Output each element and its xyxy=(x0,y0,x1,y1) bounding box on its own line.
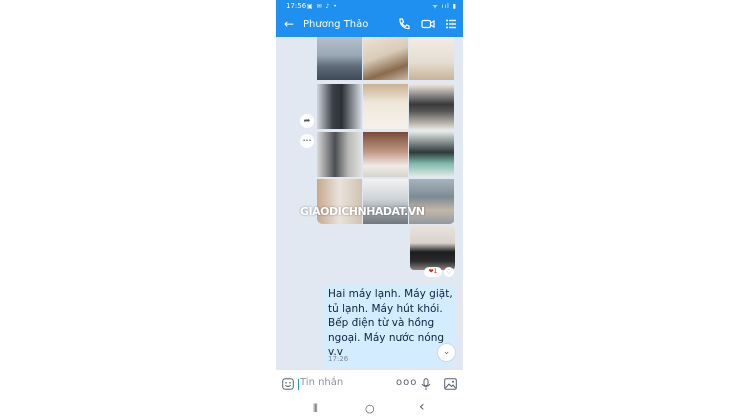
message-text: Hai máy lạnh. Máy giặt, tủ lạnh. Máy hút… xyxy=(328,288,453,359)
list-icon[interactable] xyxy=(444,17,458,31)
status-bar: 17:56 ▣ ✉ ♪ • ᯤ ııl ▮ xyxy=(276,0,463,13)
watermark-text: GIAODICHNHADAT.VN xyxy=(300,205,425,218)
photo-thumbnail[interactable] xyxy=(409,37,454,80)
nav-back-button[interactable]: ‹ xyxy=(419,399,425,415)
back-arrow-icon[interactable]: ← xyxy=(284,16,294,32)
photo-thumbnail[interactable] xyxy=(409,84,454,129)
photo-grid[interactable] xyxy=(317,37,455,224)
phone-screen: 17:56 ▣ ✉ ♪ • ᯤ ııl ▮ ← Phương Thảo ➦ ••… xyxy=(276,0,463,420)
photo-thumbnail[interactable] xyxy=(317,84,362,129)
status-time: 17:56 xyxy=(286,2,307,10)
video-icon[interactable] xyxy=(421,17,435,31)
message-bubble[interactable]: Hai máy lạnh. Máy giặt, tủ lạnh. Máy hút… xyxy=(323,285,455,367)
photo-thumbnail[interactable] xyxy=(317,37,362,80)
chat-area[interactable]: ➦ ••• GIAODICHNHADAT.VN ❤1 ♡ Hai máy lạn… xyxy=(276,37,463,369)
heart-icon[interactable]: ♡ xyxy=(444,267,454,277)
share-icon[interactable]: ➦ xyxy=(300,114,314,128)
photo-thumbnail[interactable] xyxy=(363,132,408,177)
chat-header: ← Phương Thảo xyxy=(276,13,463,37)
image-icon[interactable] xyxy=(444,378,457,390)
message-time: 17:26 xyxy=(328,355,349,363)
notification-icons: ▣ ✉ ♪ • xyxy=(307,3,338,10)
text-cursor xyxy=(298,379,299,390)
microphone-icon[interactable] xyxy=(420,378,432,391)
photo-thumbnail[interactable] xyxy=(409,132,454,177)
more-icon[interactable]: ••• xyxy=(300,134,314,148)
recents-button[interactable]: ⦀ xyxy=(313,401,318,417)
photo-thumbnail[interactable] xyxy=(363,37,408,80)
photo-thumbnail[interactable] xyxy=(317,132,362,177)
more-options-icon[interactable]: ooo xyxy=(396,377,417,388)
heart-reaction-badge[interactable]: ❤1 xyxy=(424,267,442,277)
photo-thumbnail[interactable] xyxy=(363,84,408,129)
scroll-down-icon[interactable]: ⌄ xyxy=(437,343,456,362)
home-button[interactable]: ○ xyxy=(365,401,375,417)
message-input[interactable]: Tin nhắn xyxy=(300,377,343,388)
photo-thumbnail-single[interactable] xyxy=(410,225,455,270)
emoji-icon[interactable] xyxy=(282,378,294,390)
contact-name[interactable]: Phương Thảo xyxy=(303,18,368,32)
message-input-bar: Tin nhắn ooo xyxy=(276,369,463,399)
system-nav-bar: ⦀ ○ ‹ xyxy=(276,398,463,420)
system-icons: ᯤ ııl ▮ xyxy=(432,3,457,10)
phone-icon[interactable] xyxy=(397,17,411,31)
